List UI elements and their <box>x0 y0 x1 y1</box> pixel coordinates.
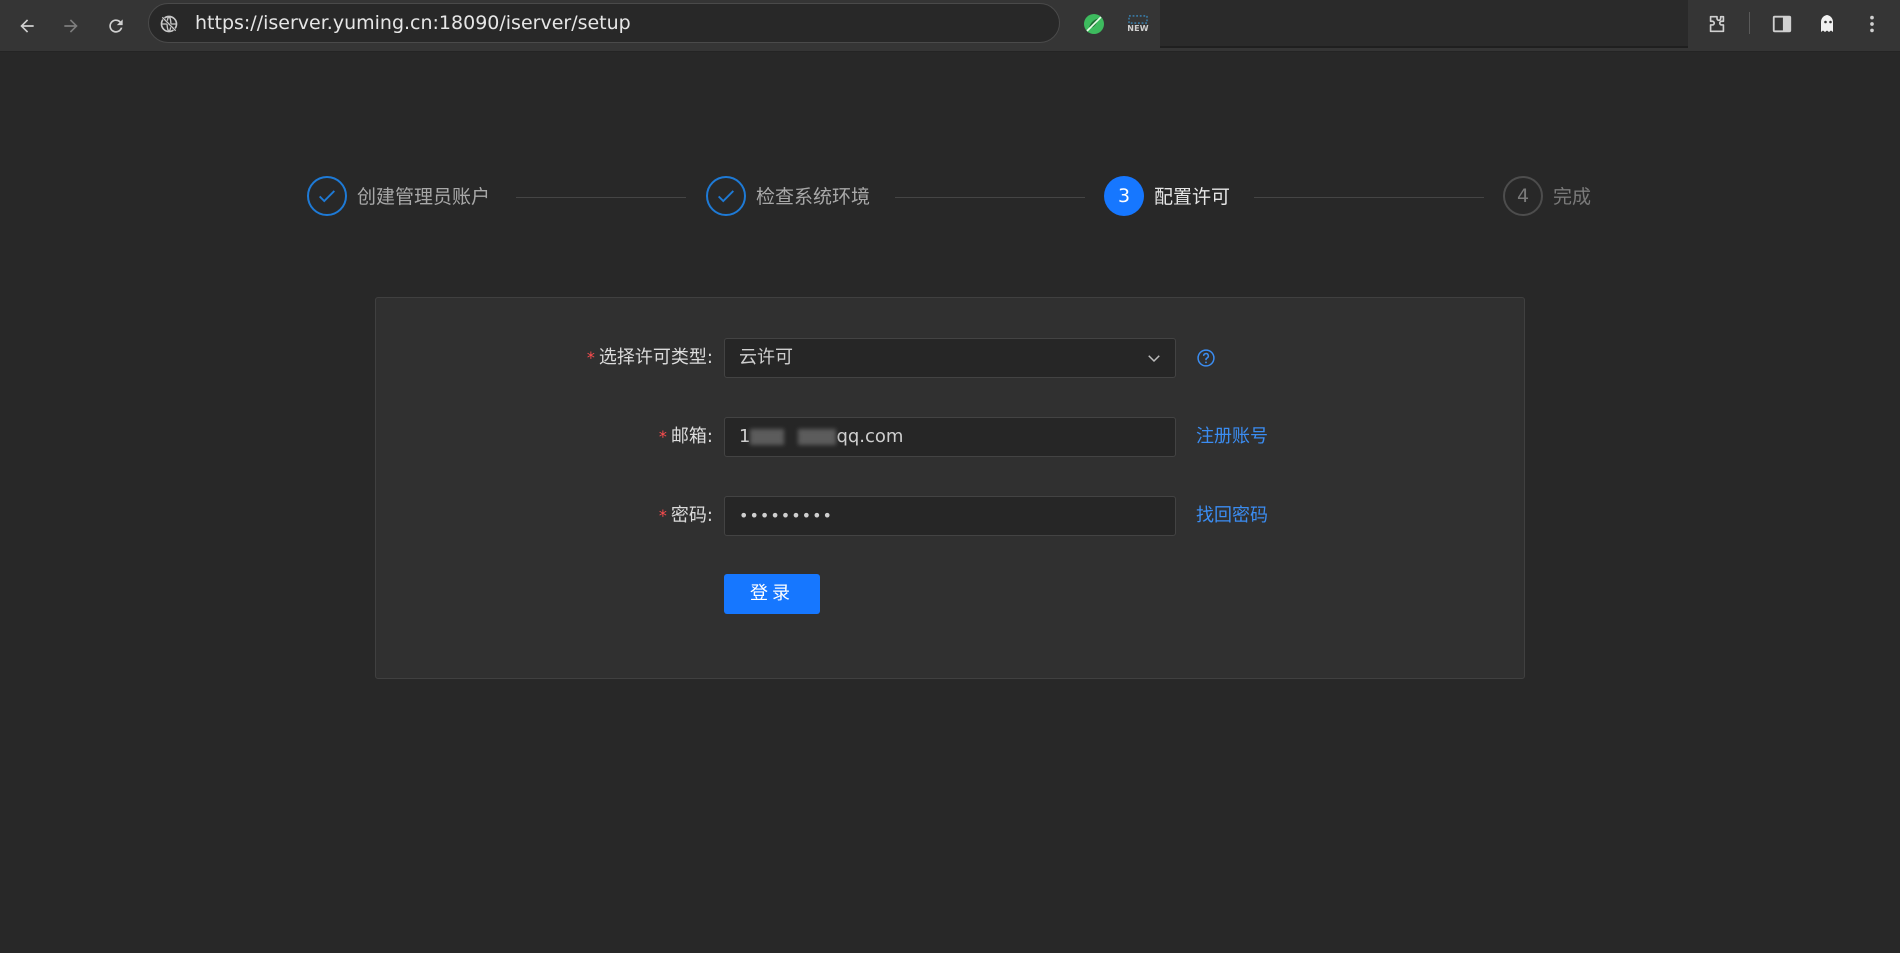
license-form-card: * 选择许可类型: 云许可 * 邮箱: 1 qq.com 注册账号 * 密码: ••••… <box>375 297 1525 679</box>
redacted-block <box>798 429 837 445</box>
step-2-check <box>706 176 746 216</box>
help-icon[interactable] <box>1196 348 1216 368</box>
password-field[interactable]: ••••••••• <box>724 496 1176 536</box>
license-type-select[interactable]: 云许可 <box>724 338 1176 378</box>
check-icon <box>319 190 335 203</box>
license-type-label: * 选择许可类型: <box>587 338 713 378</box>
password-row: * 密码: ••••••••• 找回密码 <box>376 496 1526 536</box>
login-button[interactable]: 登录 <box>724 574 820 614</box>
step-connector <box>1254 197 1484 198</box>
register-account-link[interactable]: 注册账号 <box>1196 417 1268 457</box>
required-mark: * <box>586 348 595 367</box>
email-value-prefix: 1 <box>739 426 751 447</box>
step-3-number: 3 <box>1104 176 1144 216</box>
step-3-title: 配置许可 <box>1154 186 1231 208</box>
license-type-value: 云许可 <box>739 347 793 368</box>
setup-steps: 创建管理员账户 检查系统环境 3 配置许可 4 完成 <box>0 0 1900 240</box>
email-row: * 邮箱: 1 qq.com 注册账号 <box>376 417 1526 457</box>
check-icon <box>718 190 734 203</box>
email-label-text: 邮箱: <box>670 426 713 447</box>
email-field[interactable]: 1 qq.com <box>724 417 1176 457</box>
chevron-down-icon <box>1148 355 1160 363</box>
redacted-block <box>750 429 785 445</box>
step-2-title: 检查系统环境 <box>756 186 871 208</box>
step-connector <box>895 197 1085 198</box>
license-type-row: * 选择许可类型: 云许可 <box>376 338 1526 378</box>
password-label-text: 密码: <box>670 505 713 526</box>
step-4-number: 4 <box>1503 176 1543 216</box>
license-type-label-text: 选择许可类型: <box>598 347 713 368</box>
password-label: * 密码: <box>659 496 713 536</box>
password-value: ••••••••• <box>739 506 833 525</box>
step-4-title: 完成 <box>1553 186 1592 208</box>
step-connector <box>516 197 686 198</box>
required-mark: * <box>658 506 667 525</box>
email-label: * 邮箱: <box>659 417 713 457</box>
required-mark: * <box>658 427 667 446</box>
email-value-suffix: qq.com <box>836 426 904 447</box>
step-1-check <box>307 176 347 216</box>
recover-password-link[interactable]: 找回密码 <box>1196 496 1268 536</box>
step-1-title: 创建管理员账户 <box>357 186 491 208</box>
